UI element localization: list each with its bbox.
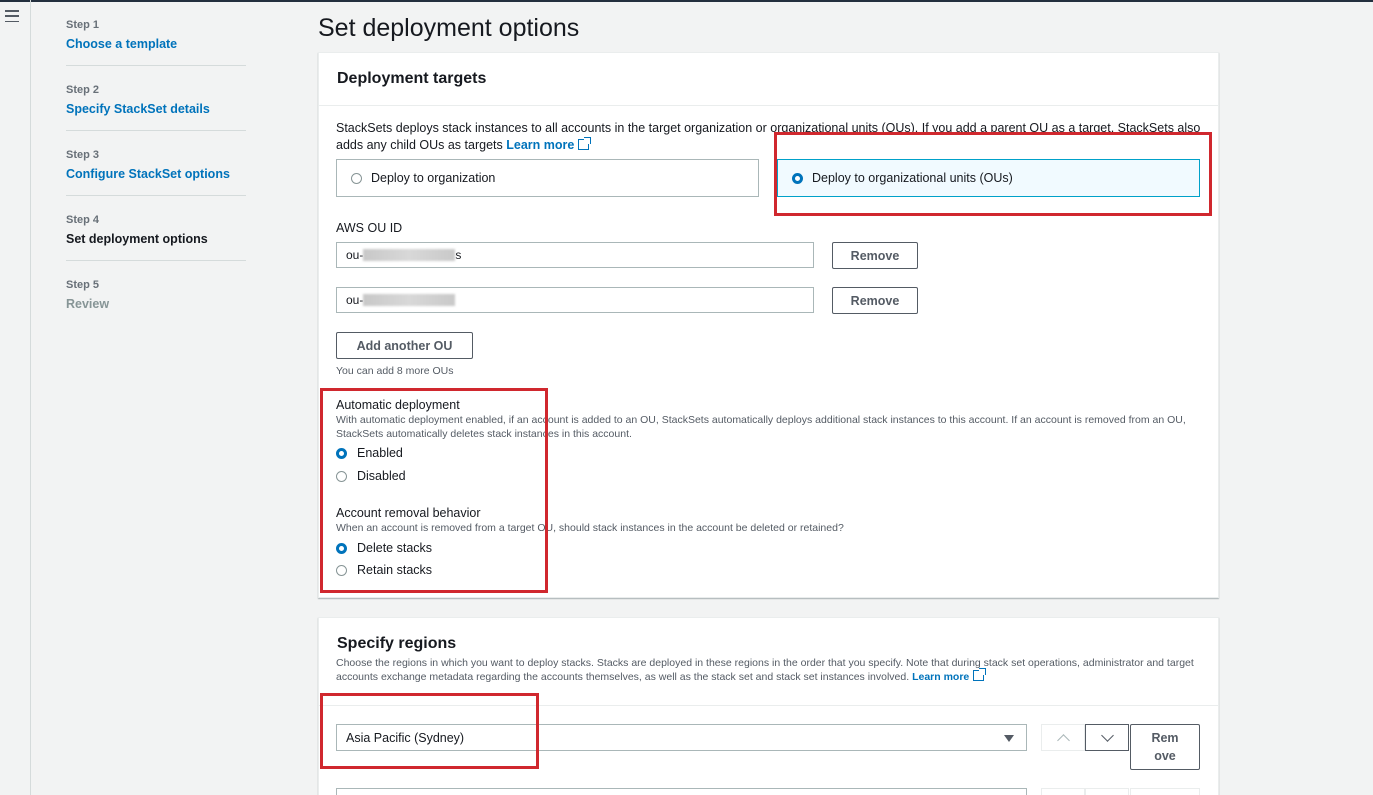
automatic-disabled-option[interactable]: Disabled [336, 469, 406, 483]
wizard-step-5: Step 5 Review [66, 278, 246, 312]
ou-id-label: AWS OU ID [336, 221, 403, 235]
add-ou-hint: You can add 8 more OUs [336, 365, 454, 377]
region-select-value: Asia Pacific (Sydney) [346, 730, 465, 745]
step-divider [66, 195, 246, 196]
wizard-step-4: Step 4 Set deployment options [66, 213, 246, 247]
deployment-targets-description: StackSets deploys stack instances to all… [336, 120, 1201, 154]
radio-button[interactable] [351, 172, 362, 184]
delete-stacks-option[interactable]: Delete stacks [336, 541, 432, 555]
learn-more-link[interactable]: Learn more [506, 138, 574, 152]
wizard-step-1: Step 1 Choose a template [66, 18, 246, 52]
automatic-deployment-description: With automatic deployment enabled, if an… [336, 414, 1186, 440]
step-number: Step 3 [66, 149, 100, 161]
wizard-step-3: Step 3 Configure StackSet options [66, 148, 246, 182]
remove-region-button[interactable] [1130, 788, 1200, 795]
redacted-value [363, 294, 456, 306]
step-link-stackset-options[interactable]: Configure StackSet options [66, 166, 246, 182]
panel-title: Deployment targets [337, 70, 487, 87]
step-link-stackset-details[interactable]: Specify StackSet details [66, 101, 246, 117]
step-number: Step 1 [66, 19, 100, 31]
radio-button[interactable] [336, 470, 347, 482]
chevron-down-icon [1100, 728, 1114, 742]
radio-button[interactable] [336, 564, 347, 576]
step-review-label: Review [66, 297, 110, 311]
description-text: StackSets deploys stack instances to all… [336, 121, 1201, 152]
step-current-label: Set deployment options [66, 232, 208, 246]
deploy-to-organization-option[interactable]: Deploy to organization [336, 159, 759, 197]
remove-ou-button[interactable]: Remove [832, 242, 918, 269]
region-select[interactable]: Asia Pacific (Sydney) [336, 724, 1027, 751]
move-down-button[interactable] [1085, 724, 1129, 751]
remove-label-line2: ove [1154, 749, 1176, 763]
caret-down-icon [1004, 735, 1014, 742]
move-up-button[interactable] [1041, 724, 1085, 751]
ou-id-prefix: ou- [346, 293, 364, 307]
step-divider [66, 130, 246, 131]
move-up-button[interactable] [1041, 788, 1085, 795]
specify-regions-panel: Specify regions [318, 617, 1219, 795]
step-number: Step 2 [66, 84, 100, 96]
automatic-enabled-option[interactable]: Enabled [336, 446, 403, 460]
step-divider [66, 65, 246, 66]
step-number: Step 4 [66, 214, 100, 226]
redacted-value [363, 249, 456, 261]
panel-title: Specify regions [337, 635, 457, 652]
account-removal-title: Account removal behavior [336, 506, 481, 520]
option-label: Disabled [357, 469, 406, 483]
regions-description: Choose the regions in which you want to … [336, 656, 1202, 684]
step-divider [66, 260, 246, 261]
remove-label-line1: Rem [1151, 731, 1179, 745]
radio-button-selected[interactable] [792, 172, 803, 184]
ou-id-input[interactable]: ou-s [336, 242, 814, 268]
chevron-up-icon [1056, 733, 1070, 747]
ou-id-prefix: ou- [346, 248, 364, 262]
ou-id-suffix: s [455, 248, 462, 262]
step-number: Step 5 [66, 279, 100, 291]
remove-region-button[interactable]: Rem ove [1130, 724, 1200, 770]
page-title: Set deployment options [318, 14, 580, 42]
account-removal-description: When an account is removed from a target… [336, 522, 844, 534]
option-label: Delete stacks [357, 541, 433, 555]
deploy-to-ous-option[interactable]: Deploy to organizational units (OUs) [777, 159, 1200, 197]
radio-button-selected[interactable] [336, 542, 347, 554]
automatic-deployment-title: Automatic deployment [336, 398, 460, 412]
ou-id-input[interactable]: ou- [336, 287, 814, 313]
learn-more-link[interactable]: Learn more [912, 671, 969, 683]
retain-stacks-option[interactable]: Retain stacks [336, 563, 432, 577]
sidebar-divider [30, 0, 31, 795]
option-label: Deploy to organization [371, 171, 496, 185]
option-label: Retain stacks [357, 563, 433, 577]
radio-button-selected[interactable] [336, 447, 347, 459]
external-link-icon [578, 137, 592, 150]
option-label: Enabled [357, 446, 403, 460]
menu-icon[interactable] [5, 10, 19, 22]
wizard-step-2: Step 2 Specify StackSet details [66, 83, 246, 117]
add-another-ou-button[interactable]: Add another OU [336, 332, 473, 359]
panel-header: Deployment targets [319, 53, 1218, 106]
description-text: Choose the regions in which you want to … [336, 657, 1194, 683]
region-select[interactable] [336, 788, 1027, 795]
step-link-choose-template[interactable]: Choose a template [66, 36, 246, 52]
move-down-button[interactable] [1085, 788, 1129, 795]
option-label: Deploy to organizational units (OUs) [812, 171, 1013, 185]
external-link-icon [973, 668, 987, 681]
remove-ou-button[interactable]: Remove [832, 287, 918, 314]
top-border [0, 0, 1373, 2]
